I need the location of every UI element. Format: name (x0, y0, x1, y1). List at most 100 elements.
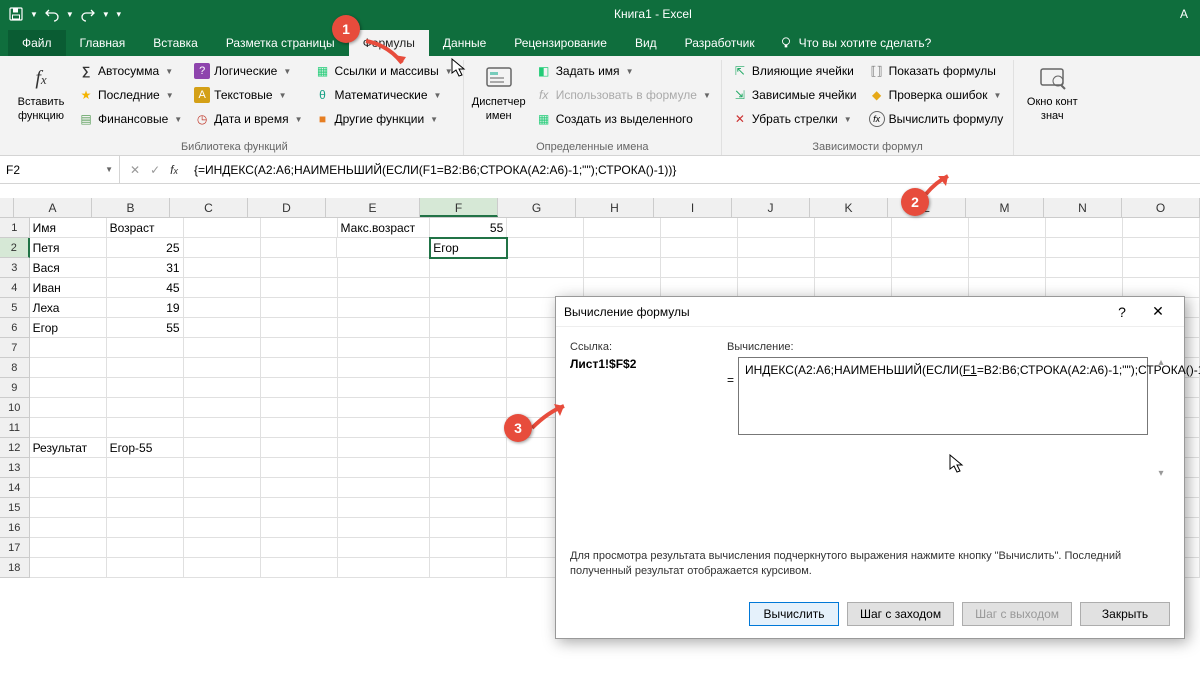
row-header-5[interactable]: 5 (0, 298, 30, 318)
cell-F7[interactable] (430, 338, 507, 358)
cell-E3[interactable] (338, 258, 431, 278)
cell-B9[interactable] (107, 378, 184, 398)
cell-A5[interactable]: Леха (30, 298, 107, 318)
column-header-M[interactable]: M (966, 198, 1044, 217)
use-in-formula-button[interactable]: fxИспользовать в формуле▼ (532, 84, 715, 106)
insert-function-button[interactable]: fx Вставить функцию (12, 60, 70, 124)
cell-E8[interactable] (338, 358, 431, 378)
cell-B11[interactable] (107, 418, 184, 438)
cell-D13[interactable] (261, 458, 338, 478)
column-header-H[interactable]: H (576, 198, 654, 217)
cell-M4[interactable] (969, 278, 1046, 298)
column-header-K[interactable]: K (810, 198, 888, 217)
cell-D16[interactable] (261, 518, 338, 538)
row-header-3[interactable]: 3 (0, 258, 30, 278)
cell-B16[interactable] (107, 518, 184, 538)
cell-A3[interactable]: Вася (30, 258, 107, 278)
evaluate-formula-button[interactable]: fxВычислить формулу (865, 108, 1008, 130)
cell-J4[interactable] (738, 278, 815, 298)
column-header-G[interactable]: G (498, 198, 576, 217)
row-header-8[interactable]: 8 (0, 358, 30, 378)
cell-B17[interactable] (107, 538, 184, 558)
cell-D10[interactable] (261, 398, 338, 418)
cell-D6[interactable] (261, 318, 338, 338)
cell-I4[interactable] (661, 278, 738, 298)
row-header-2[interactable]: 2 (0, 238, 30, 258)
cell-G2[interactable] (507, 238, 584, 258)
row-header-11[interactable]: 11 (0, 418, 30, 438)
qat-customize[interactable]: ▾ (112, 3, 126, 25)
cell-O4[interactable] (1123, 278, 1200, 298)
name-box[interactable]: ▼ (0, 156, 120, 183)
cell-C14[interactable] (184, 478, 261, 498)
cell-D8[interactable] (261, 358, 338, 378)
trace-precedents-button[interactable]: ⇱Влияющие ячейки (728, 60, 861, 82)
cell-F17[interactable] (430, 538, 507, 558)
cell-F16[interactable] (430, 518, 507, 538)
cell-A15[interactable] (30, 498, 107, 518)
cell-D2[interactable] (261, 238, 338, 258)
cell-J1[interactable] (738, 218, 815, 238)
tab-data[interactable]: Данные (429, 30, 500, 56)
column-header-J[interactable]: J (732, 198, 810, 217)
cell-H1[interactable] (584, 218, 661, 238)
row-header-4[interactable]: 4 (0, 278, 30, 298)
more-fn-button[interactable]: ■Другие функции▼ (311, 108, 457, 130)
cell-C12[interactable] (184, 438, 261, 458)
cell-F2[interactable]: Егор (430, 238, 507, 258)
cell-N4[interactable] (1046, 278, 1123, 298)
cell-K4[interactable] (815, 278, 892, 298)
cell-N2[interactable] (1046, 238, 1123, 258)
cell-C6[interactable] (184, 318, 261, 338)
cell-I1[interactable] (661, 218, 738, 238)
cell-A14[interactable] (30, 478, 107, 498)
help-button[interactable]: ? (1104, 297, 1140, 327)
remove-arrows-button[interactable]: ✕Убрать стрелки▼ (728, 108, 861, 130)
cell-B13[interactable] (107, 458, 184, 478)
cell-N1[interactable] (1046, 218, 1123, 238)
cell-M1[interactable] (969, 218, 1046, 238)
cell-F6[interactable] (430, 318, 507, 338)
row-header-13[interactable]: 13 (0, 458, 30, 478)
cell-C16[interactable] (184, 518, 261, 538)
tab-view[interactable]: Вид (621, 30, 671, 56)
cell-F18[interactable] (430, 558, 507, 578)
cell-B2[interactable]: 25 (107, 238, 184, 258)
cell-C3[interactable] (184, 258, 261, 278)
column-header-N[interactable]: N (1044, 198, 1122, 217)
cell-D18[interactable] (261, 558, 338, 578)
create-from-selection-button[interactable]: ▦Создать из выделенного (532, 108, 715, 130)
cell-B10[interactable] (107, 398, 184, 418)
name-box-input[interactable] (6, 163, 86, 177)
tab-home[interactable]: Главная (66, 30, 140, 56)
row-header-12[interactable]: 12 (0, 438, 30, 458)
cell-G4[interactable] (507, 278, 584, 298)
cell-F9[interactable] (430, 378, 507, 398)
row-header-17[interactable]: 17 (0, 538, 30, 558)
cell-D9[interactable] (261, 378, 338, 398)
recent-button[interactable]: ★Последние▼ (74, 84, 186, 106)
cell-D14[interactable] (261, 478, 338, 498)
cell-E9[interactable] (338, 378, 431, 398)
cell-A16[interactable] (30, 518, 107, 538)
cell-A11[interactable] (30, 418, 107, 438)
trace-dependents-button[interactable]: ⇲Зависимые ячейки (728, 84, 861, 106)
name-manager-button[interactable]: Диспетчер имен (470, 60, 528, 124)
logical-button[interactable]: ?Логические▼ (190, 60, 306, 82)
cell-C7[interactable] (184, 338, 261, 358)
tab-review[interactable]: Рецензирование (500, 30, 621, 56)
cell-C13[interactable] (184, 458, 261, 478)
step-out-button[interactable]: Шаг с выходом (962, 602, 1072, 626)
column-header-B[interactable]: B (92, 198, 170, 217)
cell-A1[interactable]: Имя (30, 218, 107, 238)
cell-B5[interactable]: 19 (107, 298, 184, 318)
cell-L3[interactable] (892, 258, 969, 278)
cell-A17[interactable] (30, 538, 107, 558)
select-all-corner[interactable] (0, 198, 14, 217)
cell-G3[interactable] (507, 258, 584, 278)
row-header-7[interactable]: 7 (0, 338, 30, 358)
cell-D4[interactable] (261, 278, 338, 298)
autosum-button[interactable]: ∑Автосумма▼ (74, 60, 186, 82)
cell-L2[interactable] (892, 238, 969, 258)
cell-O1[interactable] (1123, 218, 1200, 238)
